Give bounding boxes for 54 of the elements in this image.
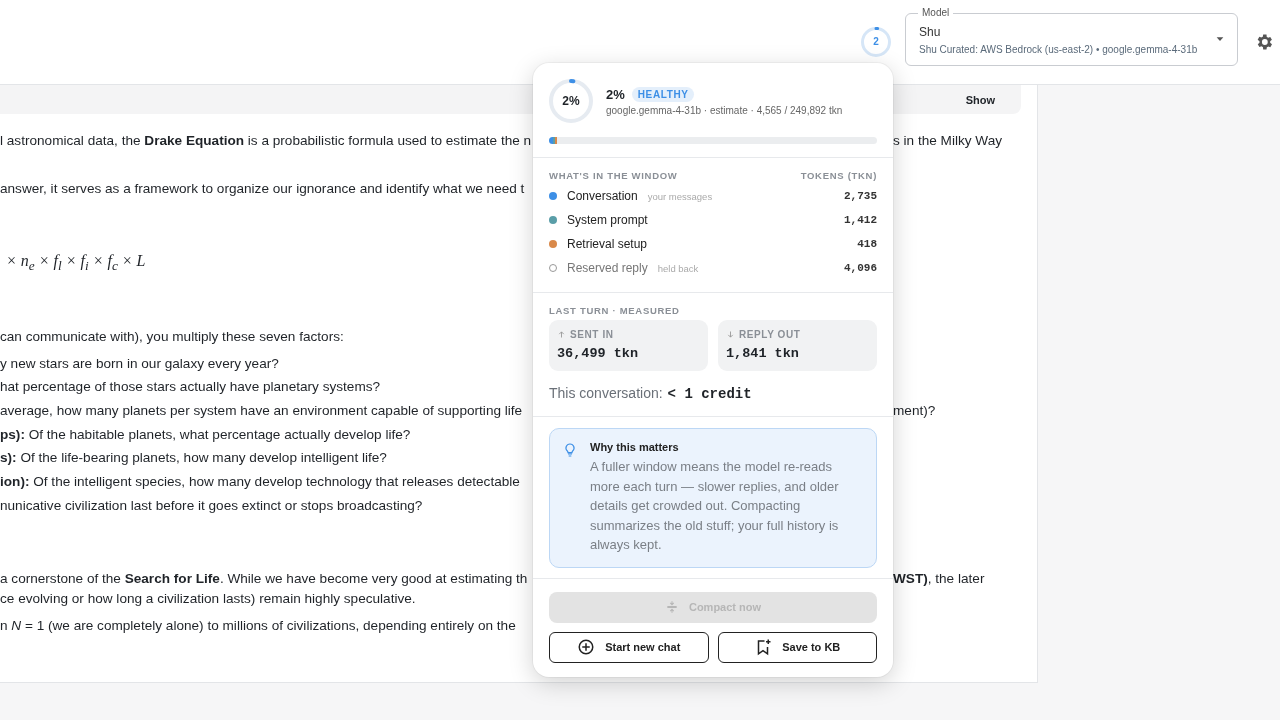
row-label: Retrieval setup [567, 237, 648, 251]
arrow-up-icon [557, 330, 566, 339]
message-text: average, how many planets per system have an environment capable of supporting life [0, 401, 524, 420]
stat-value: 36,499 tkn [557, 346, 639, 361]
plus-circle-icon [577, 638, 596, 657]
new-chat-button[interactable]: Start new chat [549, 631, 709, 663]
model-name: Shu [919, 24, 942, 41]
token-count: 4,096 [844, 262, 877, 274]
status-badge: HEALTHY [631, 86, 695, 102]
row-label: System prompt [567, 213, 648, 227]
section-heading: LAST TURN · MEASURED [549, 304, 681, 318]
tip-title: Why this matters [590, 441, 680, 453]
message-text: nunicative civilization last before it goes extinct or stops broadcasting? [0, 496, 424, 515]
section-heading: WHAT'S IN THE WINDOW [549, 169, 678, 183]
arrow-down-icon [726, 330, 735, 339]
stat-value: 1,841 tkn [726, 346, 800, 361]
lightbulb-icon [562, 441, 578, 459]
message-text: WST), the later [893, 569, 985, 588]
ring-count: 2 [872, 35, 880, 49]
message-text: can communicate with), you multiply these seven factors: [0, 327, 345, 346]
tip-text: A fuller window means the model re-reads more each turn — slower replies, and older details get crowded out. Compacting summarizes the old stuff; your full history is always kept. [590, 458, 840, 555]
row-note: held back [657, 262, 699, 274]
message-text: ion): Of the intelligent species, how many develop technology that releases detectable [0, 472, 521, 491]
row-label: Reserved reply [567, 261, 648, 275]
usage-detail: google.gemma-4-31b · estimate · 4,565 / 249,892 tkn [606, 104, 843, 116]
token-count: 1,412 [844, 214, 877, 226]
summary-label: This conversation: [549, 385, 663, 401]
row-label: Conversation [567, 189, 638, 203]
caret-icon [1215, 34, 1225, 44]
row-note: your messages [647, 190, 713, 202]
model-detail: Shu Curated: AWS Bedrock (us-east-2) • google.gemma-4-31b [919, 44, 1199, 55]
stat-label: REPLY OUT [739, 329, 801, 340]
message-text: n N = 1 (we are completely alone) to millions of civilizations, depending entirely on the [0, 616, 517, 635]
message-text: ment)? [893, 401, 936, 420]
message-text: y new stars are born in our galaxy every year? [0, 354, 280, 373]
message-text: s): Of the life-bearing planets, how many develop intelligent life? [0, 449, 388, 468]
message-text: ps): Of the habitable planets, what percentage actually develop life? [0, 425, 412, 444]
message-text: ce evolving or how long a civilization lasts) remain highly speculative. [0, 589, 417, 608]
token-count: 418 [857, 238, 877, 250]
show-button[interactable]: Show [965, 91, 995, 108]
usage-percent: 2% [606, 86, 625, 102]
save-button[interactable]: Save to KB [717, 631, 877, 663]
message-text: s in the Milky Way [893, 132, 1003, 150]
ring-percent: 2% [561, 93, 581, 109]
column-heading: TOKENS (TKN) [800, 169, 877, 183]
message-text: answer, it serves as a framework to organize our ignorance and identify what we need t [0, 180, 526, 198]
summary-value: < 1 credit [667, 386, 752, 402]
equation: × n$_{e}$ × f$_{l}$ × f$_{i}$ × f$_{c}$ × L [5, 252, 147, 276]
compress-icon [664, 599, 679, 616]
message-text: a cornerstone of the Search for Life. While we have become very good at estimating th [0, 569, 529, 588]
stat-label: SENT IN [570, 329, 614, 340]
token-count: 2,735 [844, 190, 877, 202]
message-text: hat percentage of those stars actually have planetary systems? [0, 378, 382, 397]
message-text: l astronomical data, the Drake Equation is a probabilistic formula used to estimate the n [0, 132, 533, 150]
